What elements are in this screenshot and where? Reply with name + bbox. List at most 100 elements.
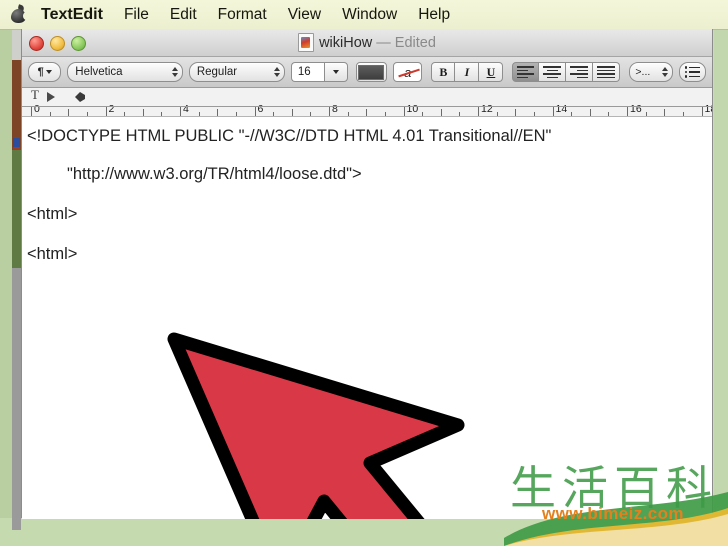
chevron-down-icon: [45, 70, 52, 74]
ruler-minor-tick: [366, 109, 368, 116]
window-edited-badge: — Edited: [376, 34, 436, 51]
ruler-major-tick: [403, 107, 405, 116]
menu-item-view[interactable]: View: [288, 0, 321, 29]
ruler-minor-tick: [422, 112, 424, 116]
align-left-button[interactable]: [512, 62, 540, 82]
ruler-minor-tick: [608, 112, 610, 116]
align-center-button[interactable]: [539, 62, 567, 82]
ruler-minor-tick: [86, 112, 88, 116]
left-strip-blue: [13, 138, 20, 147]
menu-item-help[interactable]: Help: [418, 0, 450, 29]
font-size-input[interactable]: 16: [290, 62, 325, 82]
left-strip-top: [12, 28, 21, 62]
bulleted-list-icon: [685, 66, 701, 78]
ruler-minor-tick: [384, 112, 386, 116]
paragraph-style-popup[interactable]: ¶: [28, 62, 62, 82]
ruler-minor-tick: [142, 109, 144, 116]
ruler-label: 6: [257, 103, 264, 115]
document-text-line: <html>: [27, 245, 78, 263]
ruler-label: 14: [555, 103, 568, 115]
stepper-icon: [270, 67, 284, 77]
font-style-popup[interactable]: Regular: [188, 62, 285, 82]
ruler-minor-tick: [347, 112, 349, 116]
menu-item-textedit[interactable]: TextEdit: [41, 0, 103, 29]
ruler-minor-tick: [440, 109, 442, 116]
ruler-label: 2: [108, 103, 115, 115]
document-text-line: <!DOCTYPE HTML PUBLIC "-//W3C//DTD HTML …: [27, 127, 552, 145]
text-ruler[interactable]: T 0 2 4 6 8 10 12 14 16 18: [22, 88, 712, 117]
mac-menu-bar: TextEdit File Edit Format View Window He…: [0, 0, 728, 30]
window-title-text: wikiHow — Edited: [319, 35, 436, 51]
frame-left-border: [0, 0, 12, 546]
align-justify-button[interactable]: [593, 62, 621, 82]
menu-item-window[interactable]: Window: [342, 0, 397, 29]
first-line-indent-marker[interactable]: [47, 92, 55, 102]
ruler-minor-tick: [571, 112, 573, 116]
font-family-popup[interactable]: Helvetica: [67, 62, 183, 82]
underline-button[interactable]: U: [479, 62, 504, 82]
ruler-major-tick: [627, 107, 628, 116]
ruler-minor-tick: [49, 112, 51, 116]
ruler-minor-tick: [533, 112, 535, 116]
ruler-label: 16: [630, 103, 642, 115]
list-style-button[interactable]: [678, 62, 707, 82]
ruler-label: 12: [481, 103, 493, 115]
left-strip-grey: [12, 268, 21, 530]
document-text-line: "http://www.w3.org/TR/html4/loose.dtd">: [67, 165, 362, 183]
ruler-minor-tick: [645, 112, 647, 116]
ruler-label: 18: [704, 103, 713, 115]
ruler-major-tick: [701, 107, 703, 116]
document-icon: [298, 33, 315, 52]
font-style-value: Regular: [196, 66, 238, 78]
alignment-group: [512, 62, 621, 82]
strikethrough-glyph: a: [404, 64, 412, 80]
ruler-minor-tick: [589, 109, 591, 116]
menu-item-edit[interactable]: Edit: [170, 0, 197, 29]
italic-button[interactable]: I: [455, 62, 480, 82]
left-indent-marker[interactable]: [75, 92, 85, 102]
ruler-major-tick: [329, 107, 330, 116]
document-text-area[interactable]: <html> <html> "http://www.w3.org/TR/html4/…: [22, 117, 712, 519]
document-text-line: <html>: [27, 205, 78, 223]
ruler-minor-tick: [459, 112, 461, 116]
ruler-minor-tick: [682, 112, 684, 116]
window-title-bar[interactable]: wikiHow — Edited: [22, 29, 712, 57]
ruler-minor-tick: [496, 112, 498, 116]
format-toolbar: ¶ Helvetica Regular 16 a B I U >...: [22, 57, 712, 88]
ruler-minor-tick: [198, 112, 200, 116]
font-size-dropdown[interactable]: [324, 62, 348, 82]
screenshot-root: TextEdit File Edit Format View Window He…: [0, 0, 728, 546]
window-title-group: wikiHow — Edited: [22, 29, 712, 56]
align-right-button[interactable]: [566, 62, 594, 82]
ruler-minor-tick: [515, 109, 517, 116]
ruler-minor-tick: [291, 109, 293, 116]
ruler-minor-tick: [235, 112, 237, 116]
strikethrough-button[interactable]: a: [393, 62, 423, 82]
tab-stop-icon[interactable]: T: [31, 88, 39, 101]
line-spacing-value: >...: [635, 66, 651, 78]
ruler-minor-tick: [217, 109, 219, 116]
apple-icon[interactable]: [10, 4, 30, 24]
ruler-minor-tick: [664, 109, 666, 116]
menu-item-format[interactable]: Format: [218, 0, 267, 29]
left-strip-green: [12, 150, 21, 270]
menu-item-file[interactable]: File: [124, 0, 149, 29]
line-spacing-popup[interactable]: >...: [629, 62, 673, 82]
arrow-pointer-icon: [167, 332, 465, 519]
text-color-swatch[interactable]: [355, 62, 388, 82]
stepper-icon: [168, 67, 182, 77]
ruler-major-tick: [254, 107, 256, 116]
ruler-label: 8: [332, 103, 338, 115]
ruler-major-tick: [180, 107, 181, 116]
ruler-label: 4: [183, 103, 189, 115]
ruler-major-tick: [478, 107, 479, 116]
frame-right-border: [714, 0, 728, 546]
ruler-label: 10: [406, 103, 419, 115]
stepper-icon: [658, 67, 672, 77]
pilcrow-icon: ¶: [37, 66, 44, 78]
ruler-minor-tick: [310, 112, 312, 116]
ruler-label: 0: [34, 103, 40, 115]
bold-button[interactable]: B: [431, 62, 456, 82]
textedit-window: wikiHow — Edited ¶ Helvetica Regular 16 …: [21, 29, 713, 519]
ruler-minor-tick: [273, 112, 275, 116]
